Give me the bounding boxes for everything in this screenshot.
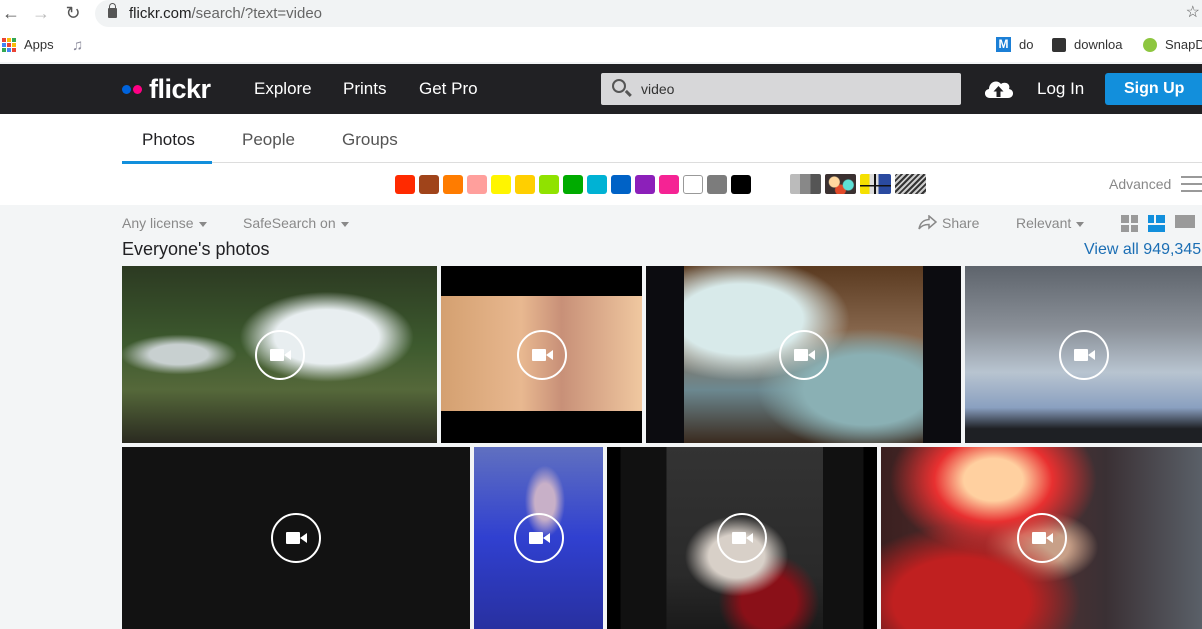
m-logo-icon: M	[996, 37, 1011, 52]
color-swatch[interactable]	[443, 175, 463, 194]
apps-grid-icon	[2, 37, 16, 52]
photo-tile-blue-fashion[interactable]	[474, 447, 603, 629]
video-play-icon	[254, 329, 305, 380]
color-swatch[interactable]	[707, 175, 727, 194]
layout-justified-icon[interactable]	[1148, 215, 1165, 232]
color-swatch[interactable]	[539, 175, 559, 194]
nav-prints[interactable]: Prints	[343, 79, 386, 99]
bookmark-do[interactable]: M do	[996, 37, 1033, 52]
share-arrow-icon	[918, 214, 938, 230]
sort-dropdown[interactable]: Relevant	[1016, 215, 1085, 231]
color-swatch[interactable]	[611, 175, 631, 194]
color-swatch[interactable]	[563, 175, 583, 194]
signup-button[interactable]: Sign Up	[1105, 73, 1202, 105]
lock-icon	[108, 3, 117, 18]
color-swatch[interactable]	[419, 175, 439, 194]
nav-get-pro[interactable]: Get Pro	[419, 79, 478, 99]
color-filter-list	[395, 175, 751, 194]
bookmark-snapdo[interactable]: SnapD	[1143, 37, 1202, 52]
layout-grid-icon[interactable]	[1121, 215, 1138, 232]
address-bar[interactable]: flickr.com/search/?text=video ☆	[95, 0, 1202, 27]
video-play-icon	[717, 513, 767, 563]
site-header: flickr Explore Prints Get Pro Log In Sig…	[0, 64, 1202, 114]
bookmark-download[interactable]: downloa	[1052, 37, 1122, 52]
forward-arrow-icon[interactable]: →	[30, 3, 52, 24]
url-path: /search/?text=video	[191, 5, 323, 22]
style-filter-list	[790, 174, 926, 194]
reload-icon[interactable]: ↻	[62, 3, 84, 24]
video-play-icon	[513, 513, 564, 563]
results-heading: Everyone's photos	[122, 239, 270, 259]
back-arrow-icon[interactable]: ←	[0, 3, 22, 24]
photo-tile-woman-chair[interactable]	[607, 447, 877, 629]
style-filter-depth-of-field[interactable]	[825, 174, 856, 194]
logo-blue-dot	[122, 85, 131, 94]
logo-pink-dot	[133, 85, 142, 94]
color-swatch[interactable]	[587, 175, 607, 194]
login-link[interactable]: Log In	[1037, 79, 1084, 99]
layout-single-icon[interactable]	[1175, 215, 1195, 232]
safesearch-dropdown[interactable]: SafeSearch on	[243, 215, 349, 231]
layout-switcher	[1121, 215, 1195, 232]
active-tab-indicator	[122, 161, 212, 164]
upload-cloud-icon[interactable]	[983, 77, 1014, 99]
color-swatch[interactable]	[467, 175, 487, 194]
tab-people[interactable]: People	[242, 130, 295, 150]
color-swatch[interactable]	[515, 175, 535, 194]
photo-tile-animated-figure[interactable]	[441, 266, 642, 443]
photo-tile-squirrel[interactable]	[646, 266, 961, 443]
tab-divider	[212, 162, 1202, 163]
tab-photos[interactable]: Photos	[142, 130, 195, 150]
advanced-sliders-icon[interactable]	[1181, 176, 1202, 193]
nav-explore[interactable]: Explore	[254, 79, 312, 99]
video-play-icon	[1016, 513, 1067, 563]
style-filter-minimalist[interactable]	[860, 174, 891, 194]
tab-groups[interactable]: Groups	[342, 130, 398, 150]
bookmark-music[interactable]: ♫	[72, 37, 83, 54]
bookmark-star-icon[interactable]: ☆	[1186, 2, 1200, 22]
bookmarks-bar: Apps ♫ M do downloa SnapD	[0, 28, 1202, 62]
video-play-icon	[1058, 329, 1109, 380]
download-app-icon	[1052, 37, 1066, 52]
search-input[interactable]	[641, 73, 941, 105]
chevron-down-icon	[340, 221, 349, 227]
color-swatch[interactable]	[395, 175, 415, 194]
video-play-icon	[778, 329, 829, 380]
bookmark-apps[interactable]: Apps	[2, 37, 54, 52]
view-all-link[interactable]: View all 949,345	[1084, 241, 1201, 259]
photo-tile-waterfall[interactable]	[122, 266, 437, 443]
photo-tile-cloudy-sky[interactable]	[965, 266, 1202, 443]
snapdo-icon	[1143, 37, 1157, 52]
video-play-icon	[271, 513, 321, 563]
chevron-down-icon	[1076, 221, 1085, 227]
search-tabs-panel: Photos People Groups Advanced	[0, 114, 1202, 205]
photo-tile-red-car[interactable]	[881, 447, 1202, 629]
style-filter-black-white[interactable]	[790, 174, 821, 194]
color-swatch[interactable]	[635, 175, 655, 194]
flickr-logo[interactable]: flickr	[122, 74, 211, 105]
color-swatch[interactable]	[731, 175, 751, 194]
color-swatch[interactable]	[683, 175, 703, 194]
url-host: flickr.com	[129, 5, 192, 22]
chevron-down-icon	[198, 221, 207, 227]
browser-toolbar: ← → ↻ flickr.com/search/?text=video ☆	[0, 0, 1202, 28]
share-button[interactable]: Share	[918, 214, 979, 231]
photo-tile-black-frame[interactable]	[122, 447, 470, 629]
advanced-search-link[interactable]: Advanced	[1109, 176, 1171, 192]
video-play-icon	[516, 329, 567, 380]
search-field[interactable]	[601, 73, 961, 105]
license-dropdown[interactable]: Any license	[122, 215, 207, 231]
style-filter-patterns[interactable]	[895, 174, 926, 194]
color-swatch[interactable]	[491, 175, 511, 194]
music-note-icon: ♫	[72, 37, 84, 54]
search-icon	[612, 79, 626, 93]
color-swatch[interactable]	[659, 175, 679, 194]
